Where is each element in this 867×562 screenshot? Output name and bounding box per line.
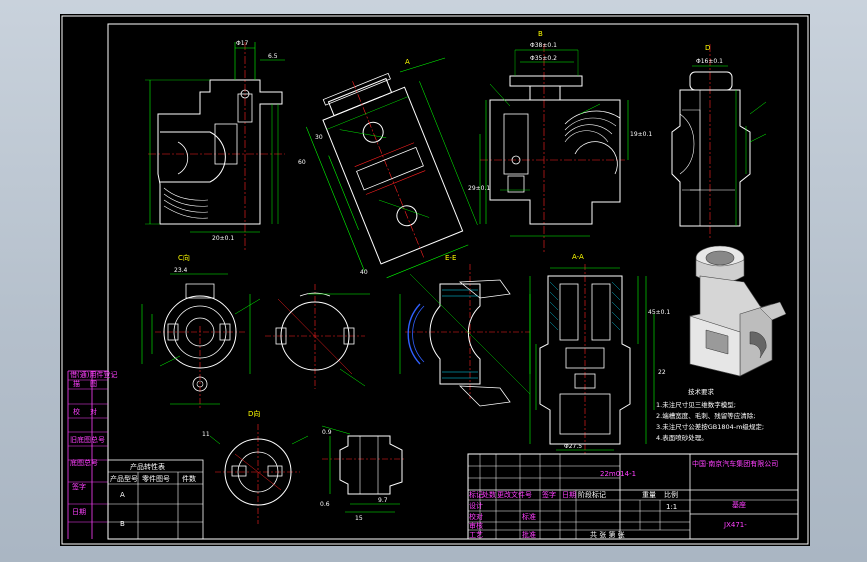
dim-d11: 22 — [658, 369, 666, 376]
scale-label: 比例 — [664, 490, 678, 499]
left-row-3: 底图总号 — [70, 458, 98, 467]
section-e-label: E-E — [445, 254, 456, 262]
role-4: 标准 — [522, 512, 536, 521]
dim-d1: Φ17 — [236, 40, 249, 47]
section-a-label: A — [405, 58, 410, 66]
rev-label-4: 签字 — [542, 490, 556, 499]
rev-label-5: 日期 — [562, 491, 576, 499]
product-row1-code: A — [120, 491, 125, 499]
dim-d9: 60 — [298, 159, 306, 166]
view-rotated-section — [305, 72, 478, 279]
left-row-2: 旧底图总号 — [70, 435, 105, 444]
product-col-product: 产品型号 — [110, 474, 138, 483]
left-small-4: 对 — [90, 407, 97, 416]
view-d: 11 — [202, 424, 309, 524]
left-row-5: 日期 — [72, 508, 86, 516]
role-1: 设计 — [469, 501, 483, 510]
part-code: 22m014-1 — [600, 470, 636, 478]
product-table-title: 产品转性表 — [130, 462, 165, 471]
product-row2-code: B — [120, 520, 125, 528]
dim-d10: 30 — [315, 134, 323, 141]
tech-notes-title: 技术要求 — [688, 387, 715, 396]
title-block: 22m014-1 中国·南京汽车集团有限公司 基座 JX471- 标记 处数 更… — [467, 453, 799, 540]
dim-d13: Φ27.5 — [564, 443, 582, 450]
rev-label-2: 处数 — [482, 490, 496, 499]
tech-notes: 技术要求 1.未注尺寸见三维数字模型; 2.端槽宽度、毛刺、残留等应清除; 3.… — [656, 387, 764, 442]
tech-note-3: 3.未注尺寸公差按GB1804-m级规定; — [656, 422, 764, 431]
section-d-label: D — [705, 44, 710, 52]
dim-d21: 11 — [202, 431, 210, 438]
dim-d14: 23.4 — [174, 267, 188, 274]
dim-d15: 45±0.1 — [648, 309, 670, 316]
view-c-label: C向 — [178, 253, 190, 262]
tech-note-1: 1.未注尺寸见三维数字模型; — [656, 400, 736, 409]
dim-d5: Φ16±0.1 — [696, 58, 723, 65]
role-3: 审核 — [469, 521, 483, 530]
view-ee — [399, 264, 531, 407]
drawing-sheet: 借(通)用件登记 描 图 校 对 旧底图总号 底图总号 签字 日期 产品转性表 … — [60, 14, 810, 546]
view-isometric — [689, 245, 787, 377]
view-c: 23.4 — [141, 267, 261, 409]
tech-note-2: 2.端槽宽度、毛刺、残留等应清除; — [656, 411, 755, 420]
sheet-label: 共 张 第 张 — [590, 530, 625, 539]
dim-d3: Φ38±0.1 — [530, 42, 557, 49]
product-col-count: 件数 — [182, 474, 196, 483]
left-row-4: 签字 — [72, 482, 86, 491]
dim-d18: 9.7 — [378, 497, 388, 504]
role-2: 校对 — [469, 512, 483, 521]
part-name: 基座 — [732, 500, 746, 509]
view-side: Φ16±0.1 — [671, 44, 767, 239]
dim-d7: 29±0.1 — [468, 185, 490, 192]
left-small-1: 描 — [73, 379, 80, 388]
dim-d17: 0.9 — [322, 429, 332, 436]
product-table: 产品转性表 产品型号 零件图号 件数 A B — [107, 459, 204, 540]
left-small-2: 图 — [90, 380, 97, 388]
dim-d4: Φ35±0.2 — [530, 55, 557, 62]
view-d-label: D向 — [248, 409, 260, 418]
dim-d8: 20±0.1 — [212, 235, 234, 242]
dim-d19: 0.6 — [320, 501, 330, 508]
left-small-3: 校 — [73, 407, 80, 416]
company-name: 中国·南京汽车集团有限公司 — [692, 459, 778, 468]
view-front: Φ17 6.5 20±0.1 — [145, 40, 285, 252]
dim-d2: 6.5 — [268, 53, 278, 60]
stage-label: 阶段标记 — [578, 490, 606, 499]
dim-d12: 40 — [360, 269, 368, 276]
view-bb — [265, 284, 370, 389]
product-col-code: 零件图号 — [142, 474, 170, 483]
tech-note-4: 4.表面喷砂处理。 — [656, 433, 708, 442]
dim-d6: 19±0.1 — [630, 131, 652, 138]
view-aa: Φ27.5 45±0.1 22 — [529, 264, 670, 454]
scale-value: 1:1 — [666, 503, 677, 511]
drawing-number: JX471- — [723, 521, 747, 529]
cad-drawing: 借(通)用件登记 描 图 校 对 旧底图总号 底图总号 签字 日期 产品转性表 … — [61, 15, 809, 545]
left-row-1: 借(通)用件登记 — [70, 370, 117, 379]
section-aa-label: A-A — [572, 253, 584, 261]
section-b-label: B — [538, 30, 543, 38]
left-register-panel: 借(通)用件登记 描 图 校 对 旧底图总号 底图总号 签字 日期 — [67, 370, 117, 539]
rev-label-3: 更改文件号 — [497, 490, 532, 499]
dim-d20: 15 — [355, 515, 363, 522]
view-profile-small: 0.9 9.7 0.6 15 — [320, 425, 405, 522]
view-center-right: Φ38±0.1 Φ35±0.2 29±0.1 19±0.1 — [468, 42, 652, 254]
rev-label-1: 标记 — [469, 490, 483, 499]
role-5: 工艺 — [469, 531, 483, 539]
weight-label: 重量 — [642, 491, 656, 499]
role-6: 批准 — [522, 530, 536, 539]
